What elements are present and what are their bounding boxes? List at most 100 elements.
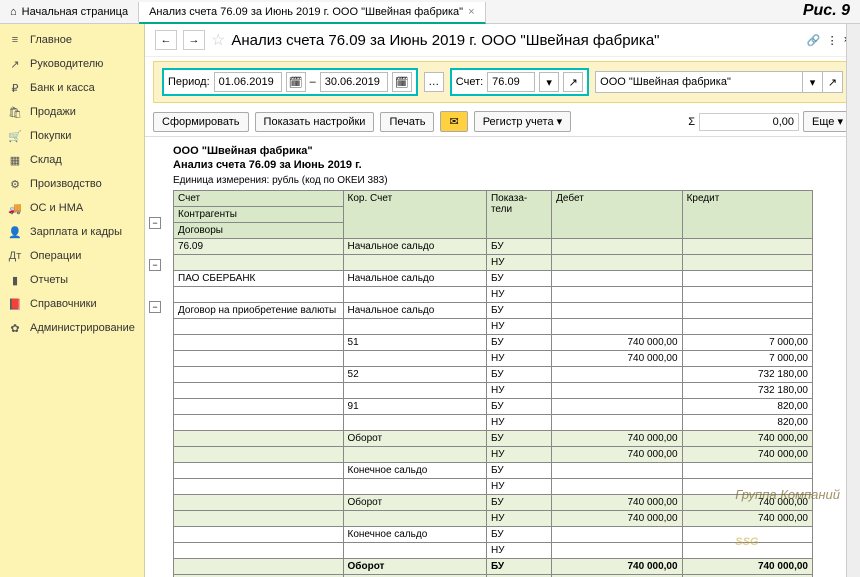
sidebar-label: Зарплата и кадры — [30, 226, 122, 238]
collapse-button[interactable]: − — [149, 259, 161, 271]
date-from-input[interactable] — [214, 72, 282, 92]
report-body: − − − ООО "Швейная фабрика" Анализ счета… — [145, 136, 860, 577]
settings-button[interactable]: Показать настройки — [255, 112, 375, 132]
table-row[interactable]: 76.09Начальное сальдоБУ — [174, 239, 813, 255]
sidebar-icon: ✿ — [8, 321, 22, 335]
table-row[interactable]: ОборотБУ740 000,00740 000,00 — [174, 495, 813, 511]
table-row[interactable]: НУ — [174, 255, 813, 271]
account-group: Счет: ▾ ↗ — [450, 68, 589, 96]
print-button[interactable]: Печать — [380, 112, 434, 132]
tab-report[interactable]: Анализ счета 76.09 за Июнь 2019 г. ООО "… — [139, 2, 485, 24]
table-row[interactable]: НУ820,00 — [174, 415, 813, 431]
sidebar-item[interactable]: 🛒Покупки — [0, 124, 144, 148]
org-dropdown-icon[interactable]: ▾ — [802, 72, 822, 92]
table-row[interactable]: НУ — [174, 479, 813, 495]
register-button[interactable]: Регистр учета ▾ — [474, 111, 571, 132]
tab-home-label: Начальная страница — [22, 6, 128, 18]
scrollbar-vertical[interactable] — [846, 24, 860, 577]
close-icon[interactable]: × — [468, 6, 474, 18]
org-input-wrap: ▾ ↗ — [595, 71, 843, 93]
sidebar-label: Главное — [30, 34, 72, 46]
sidebar-icon: 🛍 — [8, 105, 22, 119]
sidebar: ≡Главное↗Руководителю₽Банк и касса 🛍 Прода… — [0, 24, 145, 577]
star-icon[interactable]: ☆ — [211, 30, 225, 50]
tab-report-label: Анализ счета 76.09 за Июнь 2019 г. ООО "… — [149, 6, 463, 18]
mail-button[interactable]: ✉ — [440, 111, 467, 132]
collapse-button[interactable]: − — [149, 301, 161, 313]
sidebar-item[interactable]: ✿ Администрирование — [0, 316, 144, 340]
form-button[interactable]: Сформировать — [153, 112, 249, 132]
sidebar-icon: ⚙ — [8, 177, 22, 191]
home-icon: ⌂ — [10, 6, 17, 18]
account-input[interactable] — [487, 72, 535, 92]
org-input[interactable] — [596, 72, 802, 92]
account-dropdown-icon[interactable]: ▾ — [539, 72, 559, 92]
date-to-input[interactable] — [320, 72, 388, 92]
table-row[interactable]: Договор на приобретение валютыНачальное … — [174, 303, 813, 319]
table-row[interactable]: 91БУ820,00 — [174, 399, 813, 415]
figure-caption: Рис. 9 — [803, 2, 850, 20]
table-row[interactable]: НУ740 000,00740 000,00 — [174, 447, 813, 463]
period-picker-button[interactable]: … — [424, 72, 444, 92]
calendar-to-icon[interactable]: 🗓 — [392, 72, 412, 92]
table-row[interactable]: ОборотБУ740 000,00740 000,00 — [174, 431, 813, 447]
account-label: Счет: — [456, 76, 483, 88]
forward-button[interactable]: → — [183, 30, 205, 50]
top-tabs: ⌂ Начальная страница Анализ счета 76.09 з… — [0, 0, 860, 24]
back-button[interactable]: ← — [155, 30, 177, 50]
sidebar-icon: 👤 — [8, 225, 22, 239]
sidebar-item[interactable]: 📕Справочники — [0, 292, 144, 316]
sidebar-item[interactable]: ▮Отчеты — [0, 268, 144, 292]
tab-home[interactable]: ⌂ Начальная страница — [0, 2, 139, 22]
calendar-from-icon[interactable]: 🗓 — [286, 72, 306, 92]
table-row[interactable]: ОборотБУ740 000,00740 000,00 — [174, 559, 813, 575]
sidebar-label: Операции — [30, 250, 81, 262]
sidebar-label: Руководителю — [30, 58, 103, 70]
sidebar-item[interactable]: ▦Склад — [0, 148, 144, 172]
table-row[interactable]: ПАО СБЕРБАНКНачальное сальдоБУ — [174, 271, 813, 287]
sidebar-item[interactable]: ₽Банк и касса — [0, 76, 144, 100]
sidebar-item[interactable]: ⚙ Производство — [0, 172, 144, 196]
table-row[interactable]: 51БУ740 000,007 000,00 — [174, 335, 813, 351]
sidebar-item[interactable]: 👤 Зарплата и кадры — [0, 220, 144, 244]
sidebar-item[interactable]: 🛍 Продажи — [0, 100, 144, 124]
link-icon[interactable]: 🔗 — [807, 34, 821, 47]
table-row[interactable]: НУ740 000,00740 000,00 — [174, 511, 813, 527]
sidebar-icon: 🚚 — [8, 201, 22, 215]
table-row[interactable]: НУ732 180,00 — [174, 383, 813, 399]
account-open-icon[interactable]: ↗ — [563, 72, 583, 92]
org-open-icon[interactable]: ↗ — [822, 72, 842, 92]
dash: – — [310, 76, 316, 88]
toolbar: Сформировать Показать настройки Печать ✉… — [145, 107, 860, 136]
header: ← → ☆ Анализ счета 76.09 за Июнь 2019 г.… — [145, 24, 860, 57]
sidebar-item[interactable]: ↗Руководителю — [0, 52, 144, 76]
table-row[interactable]: НУ — [174, 543, 813, 559]
table-row[interactable]: НУ740 000,007 000,00 — [174, 351, 813, 367]
sidebar-item[interactable]: Дт Операции — [0, 244, 144, 268]
sidebar-label: Администрирование — [30, 322, 135, 334]
table-row[interactable]: 52БУ732 180,00 — [174, 367, 813, 383]
report-unit: Единица измерения: рубль (код по ОКЕИ 38… — [173, 175, 852, 186]
sidebar-label: Производство — [30, 178, 102, 190]
sidebar-item[interactable]: ≡Главное — [0, 28, 144, 52]
table-row[interactable]: Конечное сальдоБУ — [174, 463, 813, 479]
sum-input[interactable] — [699, 113, 799, 131]
filter-bar: Период: 🗓 – 🗓 … Счет: ▾ ↗ ▾ ↗ — [153, 61, 852, 103]
page-title: Анализ счета 76.09 за Июнь 2019 г. ООО "… — [231, 32, 659, 49]
table-row[interactable]: НУ — [174, 319, 813, 335]
sidebar-label: Справочники — [30, 298, 97, 310]
table-row[interactable]: НУ — [174, 287, 813, 303]
sidebar-label: Покупки — [30, 130, 71, 142]
sidebar-label: Продажи — [30, 106, 76, 118]
period-label: Период: — [168, 76, 210, 88]
menu-icon[interactable]: ⋮ — [827, 34, 838, 47]
collapse-button[interactable]: − — [149, 217, 161, 229]
sidebar-label: Отчеты — [30, 274, 68, 286]
sidebar-icon: ₽ — [8, 81, 22, 95]
more-button[interactable]: Еще ▾ — [803, 111, 852, 132]
sidebar-icon: Дт — [8, 249, 22, 263]
sidebar-item[interactable]: 🚚ОС и НМА — [0, 196, 144, 220]
report-title: Анализ счета 76.09 за Июнь 2019 г. — [173, 159, 852, 171]
report-org: ООО "Швейная фабрика" — [173, 145, 852, 157]
table-row[interactable]: Конечное сальдоБУ — [174, 527, 813, 543]
